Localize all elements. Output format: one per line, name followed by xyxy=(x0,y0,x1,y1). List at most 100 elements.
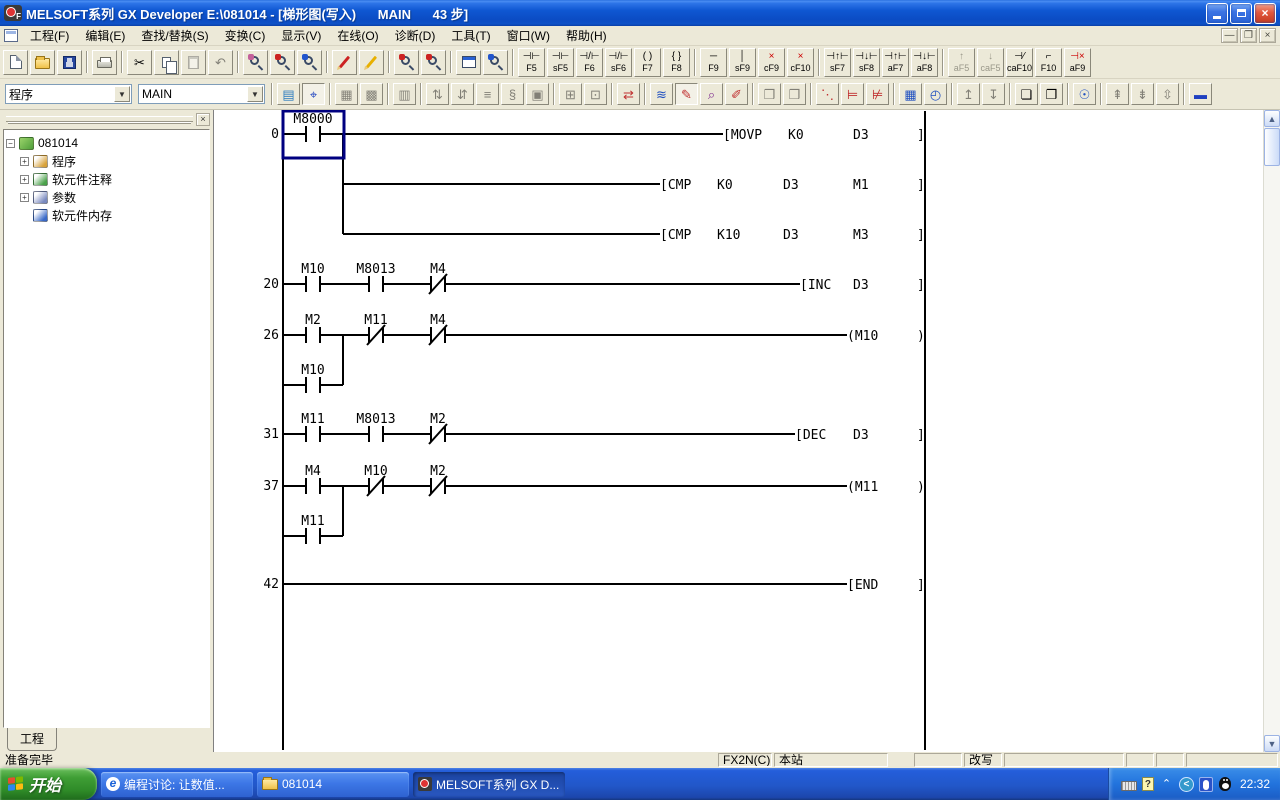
remote-operation-button[interactable]: ☉ xyxy=(1073,83,1096,105)
rising-pulse-parallel-button[interactable]: ⊣↑⊢aF7 xyxy=(882,48,909,77)
language-bar-icon[interactable]: < xyxy=(1179,777,1194,792)
task-folder-081014[interactable]: 081014 xyxy=(257,772,409,797)
program-toolbar: 程序 ▼ MAIN ▼ ▤⌖▦▩▥⇅⇵≡§▣⊞⊡⇄≋✎⌕✐❒❒⋱⊨⊭▦◴↥↧❏❐… xyxy=(0,79,1280,110)
horizontal-line-button[interactable]: ─F9 xyxy=(700,48,727,77)
expand-icon[interactable]: + xyxy=(20,175,29,184)
monitor-write-mode-button[interactable]: ✐ xyxy=(725,83,748,105)
keyboard-tray-icon[interactable] xyxy=(1121,781,1137,791)
new-button[interactable] xyxy=(3,50,28,75)
collapse-icon[interactable]: − xyxy=(6,139,15,148)
ladder-canvas[interactable]: M8000M10M8013M4M2M11M4M10M11M8013M2M4M10… xyxy=(214,110,1259,752)
device-test-button[interactable]: ⋱ xyxy=(816,83,839,105)
menu-item-find-replace[interactable]: 查找/替换(S) xyxy=(133,25,216,47)
data-type-combo[interactable]: 程序 ▼ xyxy=(5,84,132,104)
mdi-restore-button[interactable]: ❐ xyxy=(1240,28,1257,43)
program-check-button[interactable]: ▤ xyxy=(277,83,300,105)
ladder-editor[interactable]: M8000M10M8013M4M2M11M4M10M11M8013M2M4M10… xyxy=(213,110,1280,752)
scrollbar-thumb[interactable] xyxy=(1264,128,1280,166)
clock-setting-button[interactable]: ◴ xyxy=(924,83,947,105)
panel-close-icon[interactable]: × xyxy=(196,113,210,126)
zoom-out-button[interactable] xyxy=(394,50,419,75)
close-button[interactable]: × xyxy=(1254,3,1276,24)
closed-contact-button[interactable]: ⊣/⊢F6 xyxy=(576,48,603,77)
find-instruction-button[interactable] xyxy=(297,50,322,75)
input-method-icon[interactable] xyxy=(1199,777,1213,792)
restore-button[interactable] xyxy=(1230,3,1252,24)
application-instruction-button[interactable]: { }F8 xyxy=(663,48,690,77)
step-ladder-button[interactable]: ⌐F10 xyxy=(1035,48,1062,77)
ime-help-icon[interactable]: ? xyxy=(1142,777,1154,791)
scroll-down-icon[interactable]: ▼ xyxy=(1264,735,1280,752)
falling-pulse-parallel-button[interactable]: ⊣↓⊢aF8 xyxy=(911,48,938,77)
window-arrange-button[interactable]: ❐ xyxy=(1040,83,1063,105)
zoom-in-button[interactable] xyxy=(421,50,446,75)
comment-display-button[interactable]: ≋ xyxy=(650,83,673,105)
program-memory-button[interactable]: ▦ xyxy=(899,83,922,105)
minimize-button[interactable] xyxy=(1206,3,1228,24)
find-button[interactable] xyxy=(243,50,268,75)
start-button[interactable]: 开始 xyxy=(0,768,97,800)
mdi-child-icon[interactable] xyxy=(4,29,18,42)
falling-pulse-button[interactable]: ⊣↓⊢sF8 xyxy=(853,48,880,77)
panel-drag-handle[interactable] xyxy=(6,116,193,122)
open-contact-parallel-button[interactable]: ⊣⊢sF5 xyxy=(547,48,574,77)
scroll-up-icon[interactable]: ▲ xyxy=(1264,110,1280,127)
menu-item-window[interactable]: 窗口(W) xyxy=(499,25,558,47)
tree-item-device-memory[interactable]: 软元件内存 xyxy=(6,206,207,224)
menu-item-tools[interactable]: 工具(T) xyxy=(443,25,498,47)
menu-item-convert[interactable]: 变换(C) xyxy=(217,25,274,47)
copy-button[interactable] xyxy=(154,50,179,75)
project-navigation-button[interactable]: ⌖ xyxy=(302,83,325,105)
tree-item-device-comment[interactable]: +软元件注释 xyxy=(6,170,207,188)
delete-result-button[interactable]: ⊣×aF9 xyxy=(1064,48,1091,77)
read-mode-button[interactable]: ⌕ xyxy=(700,83,723,105)
statement-edit-button[interactable] xyxy=(359,50,384,75)
delete-vertical-line-button[interactable]: ×cF10 xyxy=(787,48,814,77)
program-name-combo[interactable]: MAIN ▼ xyxy=(138,84,265,104)
tree-root[interactable]: − 081014 xyxy=(6,134,207,152)
open-button[interactable] xyxy=(30,50,55,75)
menu-item-view[interactable]: 显示(V) xyxy=(273,25,329,47)
monitor-window-button[interactable]: ▬ xyxy=(1189,83,1212,105)
find-device-button[interactable] xyxy=(270,50,295,75)
print-button[interactable] xyxy=(92,50,117,75)
write-mode-button[interactable]: ✎ xyxy=(675,83,698,105)
forced-output-button[interactable]: ⊭ xyxy=(866,83,889,105)
window-new-button[interactable]: ❏ xyxy=(1015,83,1038,105)
ladder-conversion-button[interactable]: ⇄ xyxy=(617,83,640,105)
menu-item-project[interactable]: 工程(F) xyxy=(22,25,77,47)
tree-item-program[interactable]: +程序 xyxy=(6,152,207,170)
rising-pulse-button[interactable]: ⊣↑⊢sF7 xyxy=(824,48,851,77)
tree-item-parameter[interactable]: +参数 xyxy=(6,188,207,206)
task-ie-discussion[interactable]: e编程讨论: 让数值... xyxy=(101,772,253,797)
expand-icon[interactable]: + xyxy=(20,193,29,202)
project-data-list-button[interactable] xyxy=(456,50,481,75)
save-button[interactable] xyxy=(57,50,82,75)
open-contact-button[interactable]: ⊣⊢F5 xyxy=(518,48,545,77)
device-comment-edit-button[interactable] xyxy=(332,50,357,75)
coil-button[interactable]: ( )F7 xyxy=(634,48,661,77)
task-melsoft[interactable]: MELSOFT系列 GX D... xyxy=(413,772,565,797)
tab-project[interactable]: 工程 xyxy=(7,728,57,751)
chevron-down-icon[interactable]: ▼ xyxy=(247,86,263,102)
expand-icon[interactable]: + xyxy=(20,157,29,166)
forced-output-icon: ⊭ xyxy=(872,88,883,101)
delete-horizontal-line-button[interactable]: ×cF9 xyxy=(758,48,785,77)
invert-operation-result-button[interactable]: ⊣⁄caF10 xyxy=(1006,48,1033,77)
mdi-close-button[interactable]: × xyxy=(1259,28,1276,43)
vertical-line-button[interactable]: │sF9 xyxy=(729,48,756,77)
help-search-button[interactable] xyxy=(483,50,508,75)
cut-button[interactable]: ✂ xyxy=(127,50,152,75)
menu-item-help[interactable]: 帮助(H) xyxy=(558,25,615,47)
mdi-minimize-button[interactable]: — xyxy=(1221,28,1238,43)
clock[interactable]: 22:32 xyxy=(1240,777,1270,791)
qq-icon[interactable] xyxy=(1219,777,1231,791)
menu-item-edit[interactable]: 编辑(E) xyxy=(77,25,133,47)
forced-input-button[interactable]: ⊨ xyxy=(841,83,864,105)
chevron-down-icon[interactable]: ▼ xyxy=(114,86,130,102)
menu-item-online[interactable]: 在线(O) xyxy=(329,25,386,47)
menu-item-diagnostics[interactable]: 诊断(D) xyxy=(387,25,444,47)
closed-contact-parallel-button[interactable]: ⊣/⊢sF6 xyxy=(605,48,632,77)
vertical-scrollbar[interactable]: ▲ ▼ xyxy=(1263,110,1280,752)
show-hidden-icons[interactable]: ⌃ xyxy=(1159,777,1174,792)
